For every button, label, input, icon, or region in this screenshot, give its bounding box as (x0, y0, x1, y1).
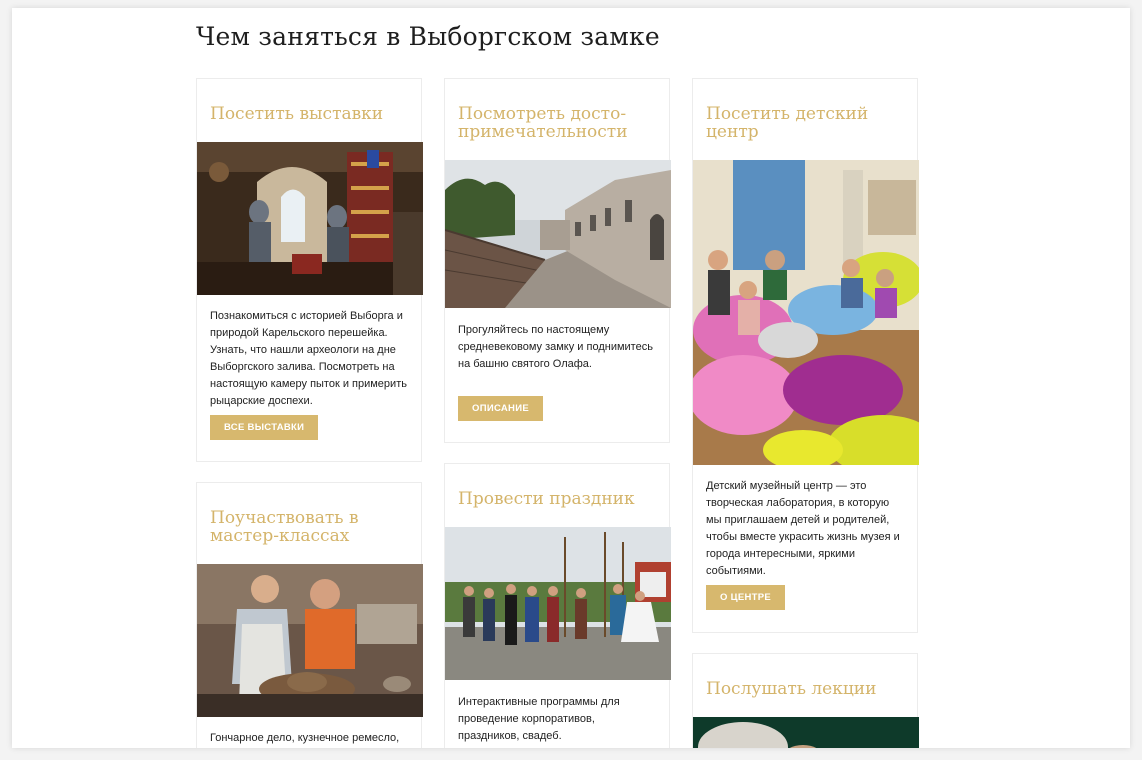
holiday-photo[interactable] (445, 527, 671, 680)
kids-center-photo[interactable] (693, 160, 919, 465)
page-title: Чем заняться в Выборгском замке (196, 22, 660, 51)
card-description: Детский музейный центр — это творческая … (706, 480, 900, 577)
card-description: Познакомиться с историей Выборга и приро… (210, 310, 407, 407)
lectures-photo[interactable] (693, 717, 919, 748)
pottery-photo[interactable] (197, 564, 423, 717)
card-kids-center: Посетить детский центр Детский музейный … (692, 78, 919, 633)
card-title[interactable]: Послушать лекции (693, 654, 917, 698)
castle-street-photo[interactable] (445, 160, 671, 308)
exhibition-photo[interactable] (197, 142, 423, 295)
card-title[interactable]: Провести праздник (445, 464, 669, 508)
card-title[interactable]: Посмотреть досто-примечательности (445, 79, 669, 141)
card-description: Прогуляйтесь по настоящему средневековом… (458, 324, 653, 370)
card-description: Гончарное дело, кузнечное ремесло, (210, 732, 400, 744)
card-holiday: Провести праздник Интерактивные программ… (444, 463, 671, 748)
card-description: Интерактивные программы для проведение к… (458, 696, 620, 742)
card-masterclasses: Поучаствовать в мастер-классах Гончарное… (196, 482, 423, 748)
card-lectures: Послушать лекции (692, 653, 919, 748)
card-title[interactable]: Поучаствовать в мастер-классах (197, 483, 421, 545)
all-exhibitions-button[interactable]: Все выставки (210, 415, 319, 440)
page: Чем заняться в Выборгском замке Посетить… (12, 8, 1130, 748)
card-title[interactable]: Посетить выставки (197, 79, 421, 123)
card-exhibitions: Посетить выставки Познакомиться с истори… (196, 78, 423, 462)
about-center-button[interactable]: О центре (706, 585, 786, 610)
card-title[interactable]: Посетить детский центр (693, 79, 917, 141)
card-sights: Посмотреть досто-примечательности Прогул… (444, 78, 671, 443)
description-button[interactable]: Описание (458, 396, 543, 421)
